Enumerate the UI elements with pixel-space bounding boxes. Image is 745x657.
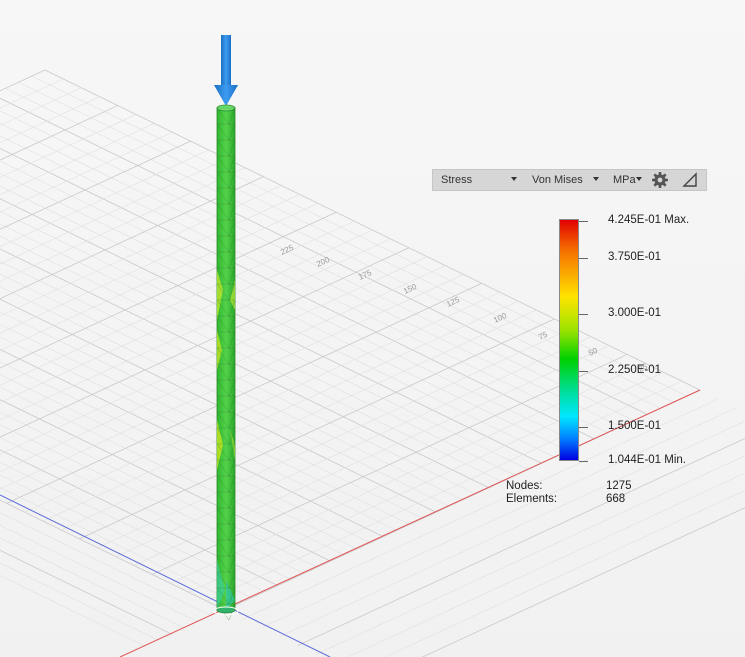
legend-label: 4.245E-01 Max. (608, 214, 690, 226)
legend-label: 1.500E-01 (608, 420, 662, 432)
units-label: MPa (613, 174, 636, 186)
grid-label: 150 (402, 282, 418, 296)
legend-tick (579, 371, 588, 372)
triangle-probe-icon (682, 172, 697, 187)
gear-icon (652, 172, 668, 188)
legend-tick (579, 221, 588, 222)
legend-color-bar (559, 219, 579, 461)
elements-value: 668 (606, 493, 626, 505)
grid-label: 200 (315, 255, 331, 269)
legend-label: 2.250E-01 (608, 364, 662, 376)
grid-label: 225 (279, 243, 295, 257)
y-axis-line (0, 494, 331, 657)
grid-label: 125 (445, 295, 461, 309)
legend-tick (579, 461, 588, 462)
grid-dimension-labels: 225200175150125100755025 (279, 243, 649, 374)
stress-column-model[interactable] (213, 104, 239, 621)
legend-label: 1.044E-01 Min. (608, 454, 686, 466)
legend-tick (579, 427, 588, 428)
legend-tick (579, 314, 588, 315)
chevron-down-icon (593, 177, 599, 181)
nodes-value: 1275 (606, 480, 632, 492)
legend-label: 3.000E-01 (608, 307, 662, 319)
units-dropdown[interactable]: MPa (613, 170, 645, 190)
result-component-dropdown[interactable]: Von Mises (532, 170, 604, 190)
results-toolbar: Stress Von Mises MPa (432, 169, 707, 191)
grid-label: 50 (587, 346, 599, 358)
load-arrow-icon[interactable] (214, 35, 238, 106)
legend-label: 3.750E-01 (608, 251, 662, 263)
grid-label: 100 (492, 311, 508, 325)
nodes-label: Nodes: (506, 480, 543, 492)
chevron-down-icon (636, 177, 642, 181)
result-type-dropdown[interactable]: Stress (441, 170, 521, 190)
grid-label: 75 (537, 330, 549, 342)
model-viewport[interactable]: 225200175150125100755025 (0, 0, 745, 657)
legend-tick (579, 258, 588, 259)
elements-label: Elements: (506, 493, 558, 505)
settings-button[interactable] (650, 171, 670, 189)
chevron-down-icon (511, 177, 517, 181)
probe-button[interactable] (680, 171, 700, 189)
result-component-label: Von Mises (532, 174, 583, 186)
result-type-label: Stress (441, 174, 473, 186)
